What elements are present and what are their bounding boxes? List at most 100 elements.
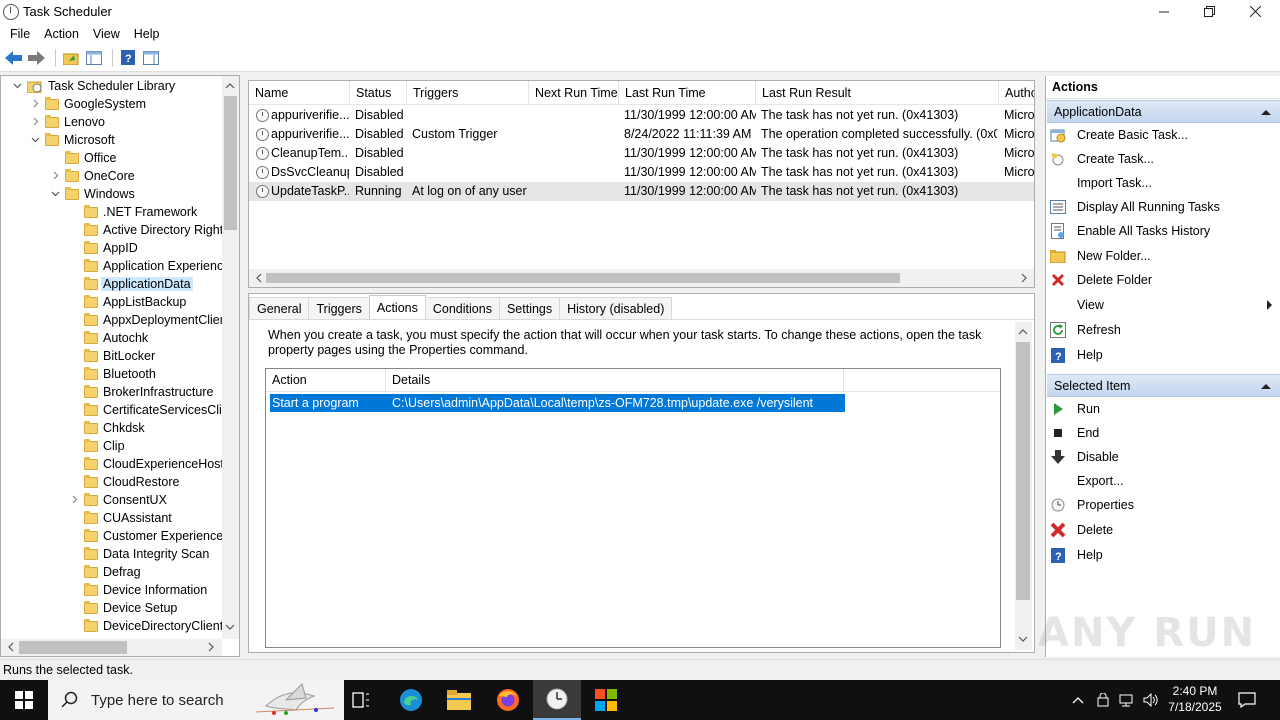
tree-item[interactable]: Chkdsk: [68, 419, 145, 437]
tree-item[interactable]: AppID: [68, 239, 138, 257]
tab-settings[interactable]: Settings: [498, 297, 561, 319]
tree-item[interactable]: Clip: [68, 437, 125, 455]
taskbar-clock[interactable]: 2:40 PM 7/18/2025: [1158, 683, 1232, 715]
action-delete[interactable]: Delete: [1050, 519, 1278, 541]
notification-center-icon[interactable]: [1234, 680, 1260, 720]
column-name[interactable]: Name: [249, 81, 350, 105]
column-last-run-result[interactable]: Last Run Result: [756, 81, 999, 105]
column-next-run-time[interactable]: Next Run Time: [529, 81, 619, 105]
action-enable-all-tasks-history[interactable]: Enable All Tasks History: [1050, 220, 1278, 242]
task-list[interactable]: Name Status Triggers Next Run Time Last …: [248, 80, 1035, 288]
tab-triggers[interactable]: Triggers: [308, 297, 370, 319]
expand-arrow-closed-icon[interactable]: [49, 171, 61, 182]
tree-item[interactable]: Defrag: [68, 563, 141, 581]
restore-button[interactable]: [1186, 0, 1232, 23]
tree-item[interactable]: GoogleSystem: [29, 95, 146, 113]
table-row[interactable]: appuriverifie... Disabled 11/30/1999 12:00…: [249, 106, 1034, 125]
back-arrow-icon[interactable]: [4, 48, 24, 68]
taskbar-search[interactable]: Type here to search: [48, 680, 344, 720]
tree-item[interactable]: Customer Experience I: [68, 527, 230, 545]
action-delete-folder[interactable]: Delete Folder: [1050, 269, 1278, 291]
column-last-run-time[interactable]: Last Run Time: [619, 81, 756, 105]
show-hide-action-pane-icon[interactable]: [141, 48, 161, 68]
tree-item[interactable]: Data Integrity Scan: [68, 545, 209, 563]
tree-item[interactable]: Windows: [49, 185, 135, 203]
minimize-button[interactable]: [1141, 0, 1187, 23]
expand-arrow-open-icon[interactable]: [11, 81, 23, 92]
tree-item[interactable]: Microsoft: [29, 131, 115, 149]
tree-item[interactable]: OneCore: [49, 167, 135, 185]
collapse-icon[interactable]: [1261, 384, 1271, 389]
expand-arrow-closed-icon[interactable]: [29, 99, 41, 110]
menu-file[interactable]: File: [3, 27, 37, 41]
action-help[interactable]: ? Help: [1050, 344, 1278, 366]
action-display-all-running-tasks[interactable]: Display All Running Tasks: [1050, 196, 1278, 218]
action-export[interactable]: Export...: [1050, 470, 1278, 492]
tab-conditions[interactable]: Conditions: [424, 297, 500, 319]
action-view[interactable]: View: [1050, 294, 1278, 316]
tree-item[interactable]: Device Setup: [68, 599, 177, 617]
forward-arrow-icon[interactable]: [27, 48, 47, 68]
tree-item[interactable]: CloudRestore: [68, 473, 179, 491]
tree-vscrollbar[interactable]: [222, 76, 239, 639]
tree-item[interactable]: Device Information: [68, 581, 207, 599]
tab-history[interactable]: History (disabled): [559, 297, 673, 319]
tree-item[interactable]: ConsentUX: [68, 491, 167, 509]
table-row[interactable]: UpdateTaskP... Running At log on of any us…: [249, 182, 1034, 201]
close-button[interactable]: [1232, 0, 1278, 23]
up-folder-icon[interactable]: [61, 48, 81, 68]
table-row[interactable]: appuriverifie... Disabled Custom Trigger 8/…: [249, 125, 1034, 144]
tree-item[interactable]: AppxDeploymentClient: [68, 311, 230, 329]
tree-item[interactable]: BitLocker: [68, 347, 155, 365]
tree-hscrollbar[interactable]: [1, 639, 222, 656]
console-tree[interactable]: Task Scheduler Library GoogleSystem Lenovo…: [0, 75, 240, 657]
expand-arrow-closed-icon[interactable]: [68, 495, 80, 506]
tree-item[interactable]: Task Scheduler Library: [11, 77, 175, 95]
section-application-data[interactable]: ApplicationData: [1047, 100, 1280, 123]
microsoft-store-taskbar-button[interactable]: [582, 680, 630, 720]
tree-item[interactable]: Active Directory Rights: [68, 221, 229, 239]
tree-item[interactable]: Bluetooth: [68, 365, 156, 383]
section-selected-item[interactable]: Selected Item: [1047, 374, 1280, 397]
tree-item[interactable]: Autochk: [68, 329, 148, 347]
expand-arrow-closed-icon[interactable]: [29, 117, 41, 128]
action-create-task[interactable]: Create Task...: [1050, 148, 1278, 170]
show-hide-console-tree-icon[interactable]: [84, 48, 104, 68]
menu-view[interactable]: View: [86, 27, 127, 41]
action-properties[interactable]: Properties: [1050, 494, 1278, 516]
tree-item[interactable]: ApplicationData: [68, 275, 193, 293]
firefox-taskbar-button[interactable]: [484, 680, 532, 720]
tree-item[interactable]: CloudExperienceHost: [68, 455, 224, 473]
tree-item[interactable]: AppListBackup: [68, 293, 186, 311]
action-create-basic-task[interactable]: Create Basic Task...: [1050, 124, 1278, 146]
table-row[interactable]: DsSvcCleanup Disabled 11/30/1999 12:00:00 …: [249, 163, 1034, 182]
actions-table[interactable]: Action Details Start a program C:\Users\…: [265, 368, 1001, 648]
action-import-task[interactable]: Import Task...: [1050, 172, 1278, 194]
tree-item[interactable]: CUAssistant: [68, 509, 172, 527]
tree-item[interactable]: .NET Framework: [68, 203, 197, 221]
column-action[interactable]: Action: [266, 369, 386, 392]
action-help[interactable]: ? Help: [1050, 544, 1278, 566]
task-list-hscrollbar[interactable]: [249, 269, 1034, 287]
help-icon[interactable]: ?: [118, 48, 138, 68]
action-run[interactable]: Run: [1050, 398, 1278, 420]
security-tray-icon[interactable]: [1093, 680, 1113, 720]
tree-item[interactable]: Office: [49, 149, 116, 167]
tree-item[interactable]: DeviceDirectoryClient: [68, 617, 223, 635]
table-row[interactable]: CleanupTem... Disabled 11/30/1999 12:00:00…: [249, 144, 1034, 163]
tree-item[interactable]: BrokerInfrastructure: [68, 383, 213, 401]
detail-vscrollbar[interactable]: [1015, 322, 1032, 650]
table-row[interactable]: Start a program C:\Users\admin\AppData\L…: [270, 394, 845, 412]
task-view-button[interactable]: [337, 680, 385, 720]
menu-action[interactable]: Action: [37, 27, 86, 41]
action-disable[interactable]: Disable: [1050, 446, 1278, 468]
task-scheduler-taskbar-button[interactable]: [533, 680, 581, 720]
edge-taskbar-button[interactable]: [387, 680, 435, 720]
expand-arrow-open-icon[interactable]: [49, 189, 61, 200]
start-button[interactable]: [0, 680, 48, 720]
action-end[interactable]: End: [1050, 422, 1278, 444]
tab-general[interactable]: General: [249, 297, 310, 319]
collapse-icon[interactable]: [1261, 110, 1271, 115]
tab-actions[interactable]: Actions: [368, 295, 426, 319]
action-refresh[interactable]: Refresh: [1050, 319, 1278, 341]
